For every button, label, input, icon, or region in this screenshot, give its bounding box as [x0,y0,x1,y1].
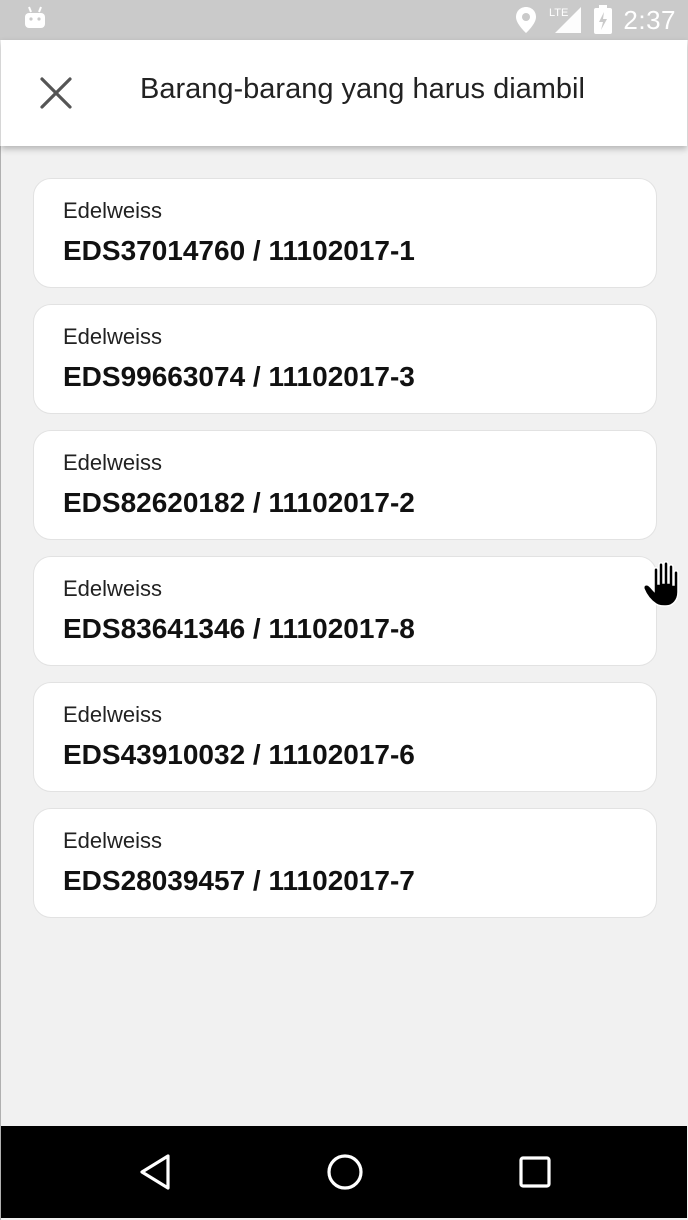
list-item[interactable]: Edelweiss EDS43910032 / 11102017-6 [33,682,657,792]
back-triangle-icon [140,1154,170,1190]
back-button[interactable] [123,1140,187,1204]
status-bar: LTE 2:37 [0,0,688,40]
home-circle-icon [327,1154,363,1190]
system-nav-bar [1,1126,687,1218]
list-item[interactable]: Edelweiss EDS99663074 / 11102017-3 [33,304,657,414]
home-button[interactable] [313,1140,377,1204]
item-vendor: Edelweiss [63,198,163,223]
item-code: EDS37014760 / 11102017-1 [63,235,415,266]
item-vendor: Edelweiss [63,828,163,853]
item-vendor: Edelweiss [63,450,163,475]
signal-icon: LTE [549,7,582,33]
android-icon [25,6,45,28]
location-pin-icon [516,7,537,33]
recents-square-icon [519,1156,551,1188]
list-item[interactable]: Edelweiss EDS37014760 / 11102017-1 [33,178,657,288]
status-bar-right: LTE 2:37 [515,0,676,40]
left-edge-divider [0,146,1,1220]
item-code: EDS43910032 / 11102017-6 [63,739,415,770]
status-time: 2:37 [623,4,676,35]
list-item[interactable]: Edelweiss EDS28039457 / 11102017-7 [33,808,657,918]
pickup-items-list: Edelweiss EDS37014760 / 11102017-1 Edelw… [33,178,657,934]
item-code: EDS99663074 / 11102017-3 [63,361,415,392]
list-item[interactable]: Edelweiss EDS83641346 / 11102017-8 [33,556,657,666]
network-label: LTE [549,7,568,19]
page-title: Barang-barang yang harus diambil [140,73,585,105]
item-vendor: Edelweiss [63,702,163,727]
battery-charging-icon [594,5,613,34]
app-bar: Barang-barang yang harus diambil [1,40,687,146]
item-vendor: Edelweiss [63,576,163,601]
item-vendor: Edelweiss [63,324,163,349]
close-button[interactable] [25,62,87,124]
item-code: EDS82620182 / 11102017-2 [63,487,415,518]
hand-cursor-icon [643,561,679,607]
item-code: EDS28039457 / 11102017-7 [63,865,415,896]
item-code: EDS83641346 / 11102017-8 [63,613,415,644]
close-icon [40,77,72,109]
recents-button[interactable] [503,1140,567,1204]
list-item[interactable]: Edelweiss EDS82620182 / 11102017-2 [33,430,657,540]
